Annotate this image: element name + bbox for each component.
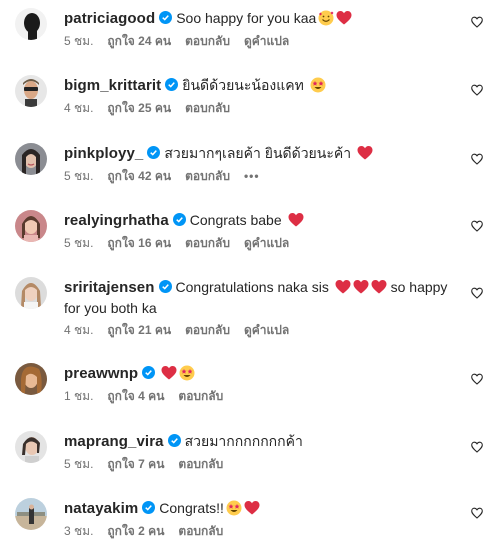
comment-text: Congrats babe bbox=[189, 212, 282, 228]
verified-badge-icon bbox=[142, 366, 156, 379]
star-struck-emoji bbox=[179, 365, 195, 381]
reply-button[interactable]: ตอบกลับ bbox=[185, 101, 230, 115]
avatar[interactable] bbox=[15, 498, 47, 530]
verified-badge-icon bbox=[165, 78, 179, 91]
comment-username[interactable]: sriritajensen bbox=[64, 279, 155, 296]
comment-username[interactable]: realyingrhatha bbox=[64, 212, 169, 229]
verified-badge-icon bbox=[167, 434, 181, 447]
verified-badge-icon bbox=[147, 146, 161, 159]
verified-badge-icon bbox=[158, 280, 172, 293]
comment-text-line2: for you both ka bbox=[64, 300, 157, 316]
comment-row: preawwnp 1 ชม. ถูกใจ 4 คน ตอบกลับ bbox=[0, 355, 496, 425]
red-heart-emoji bbox=[371, 279, 387, 295]
verified-badge-icon bbox=[159, 11, 173, 24]
red-heart-emoji bbox=[335, 279, 351, 295]
comment-row: maprang_vira สวยมากกกกกกกค้า 5 ชม. ถูกใจ 7… bbox=[0, 423, 496, 493]
comment-likes[interactable]: ถูกใจ 2 คน bbox=[107, 524, 164, 538]
translate-button[interactable]: ดูคำแปล bbox=[244, 236, 289, 250]
comment-time: 1 ชม. bbox=[64, 389, 94, 403]
reply-button[interactable]: ตอบกลับ bbox=[185, 169, 230, 183]
avatar[interactable] bbox=[15, 210, 47, 242]
verified-badge-icon bbox=[142, 501, 156, 514]
comment-text: สวยมากๆเลยค้า ยินดีด้วยนะค้า bbox=[164, 145, 352, 161]
reply-button[interactable]: ตอบกลับ bbox=[178, 457, 223, 471]
red-heart-emoji bbox=[244, 500, 260, 516]
comment-text: Congratulations naka sis bbox=[175, 279, 329, 295]
like-heart-icon[interactable] bbox=[471, 441, 483, 453]
avatar[interactable] bbox=[15, 75, 47, 107]
verified-badge-icon bbox=[172, 213, 186, 226]
comment-time: 5 ชม. bbox=[64, 34, 94, 48]
translate-button[interactable]: ดูคำแปล bbox=[244, 34, 289, 48]
avatar[interactable] bbox=[15, 431, 47, 463]
avatar[interactable] bbox=[15, 143, 47, 175]
red-heart-emoji bbox=[161, 365, 177, 381]
star-struck-emoji bbox=[310, 77, 326, 93]
comment-username[interactable]: maprang_vira bbox=[64, 433, 164, 450]
avatar[interactable] bbox=[15, 363, 47, 395]
translate-button[interactable]: ดูคำแปล bbox=[244, 323, 289, 337]
comment-likes[interactable]: ถูกใจ 4 คน bbox=[107, 389, 164, 403]
comment-username[interactable]: natayakim bbox=[64, 500, 138, 517]
like-heart-icon[interactable] bbox=[471, 16, 483, 28]
reply-button[interactable]: ตอบกลับ bbox=[185, 34, 230, 48]
comment-likes[interactable]: ถูกใจ 7 คน bbox=[107, 457, 164, 471]
red-heart-emoji bbox=[288, 212, 304, 228]
comment-username[interactable]: pinkployy_ bbox=[64, 145, 143, 162]
comment-time: 5 ชม. bbox=[64, 457, 94, 471]
comment-time: 4 ชม. bbox=[64, 101, 94, 115]
comment-likes[interactable]: ถูกใจ 25 คน bbox=[107, 101, 171, 115]
comment-time: 3 ชม. bbox=[64, 524, 94, 538]
comment-text: Congrats!! bbox=[159, 500, 224, 516]
red-heart-emoji bbox=[353, 279, 369, 295]
smiling-face-with-hearts-emoji bbox=[318, 10, 334, 26]
comment-username[interactable]: preawwnp bbox=[64, 365, 138, 382]
like-heart-icon[interactable] bbox=[471, 153, 483, 165]
comment-row: sriritajensen Congratulations naka sis so… bbox=[0, 269, 496, 357]
like-heart-icon[interactable] bbox=[471, 287, 483, 299]
like-heart-icon[interactable] bbox=[471, 507, 483, 519]
comment-row: natayakim Congrats!! 3 ชม. ถูกใจ 2 คน ตอบกล… bbox=[0, 490, 496, 547]
comment-time: 5 ชม. bbox=[64, 169, 94, 183]
comment-likes[interactable]: ถูกใจ 42 คน bbox=[107, 169, 171, 183]
comment-text-continued: so happy bbox=[390, 279, 448, 295]
like-heart-icon[interactable] bbox=[471, 220, 483, 232]
more-options-icon[interactable]: ••• bbox=[244, 169, 260, 183]
comment-row: pinkployy_ สวยมากๆเลยค้า ยินดีด้วยนะค้า 5… bbox=[0, 135, 496, 205]
comment-likes[interactable]: ถูกใจ 16 คน bbox=[107, 236, 171, 250]
like-heart-icon[interactable] bbox=[471, 373, 483, 385]
reply-button[interactable]: ตอบกลับ bbox=[178, 524, 223, 538]
comment-row: bigm_krittarit ยินดีด้วยนะน้องแคท 4 ชม. ถู… bbox=[0, 67, 496, 137]
comment-text: Soo happy for you kaa bbox=[176, 10, 317, 26]
comment-username[interactable]: patriciagood bbox=[64, 10, 155, 27]
reply-button[interactable]: ตอบกลับ bbox=[185, 323, 230, 337]
comment-time: 4 ชม. bbox=[64, 323, 94, 337]
comment-row: patriciagood Soo happy for you kaa 5 ชม. ถ… bbox=[0, 0, 496, 70]
comment-likes[interactable]: ถูกใจ 21 คน bbox=[107, 323, 171, 337]
like-heart-icon[interactable] bbox=[471, 84, 483, 96]
avatar[interactable] bbox=[15, 8, 47, 40]
reply-button[interactable]: ตอบกลับ bbox=[185, 236, 230, 250]
comment-username[interactable]: bigm_krittarit bbox=[64, 77, 161, 94]
red-heart-emoji bbox=[336, 10, 352, 26]
comment-text: ยินดีด้วยนะน้องแคท bbox=[182, 77, 304, 93]
red-heart-emoji bbox=[357, 145, 373, 161]
comment-text: สวยมากกกกกกกค้า bbox=[184, 433, 303, 449]
comments-list: patriciagood Soo happy for you kaa 5 ชม. ถ… bbox=[0, 0, 496, 547]
comment-row: realyingrhatha Congrats babe 5 ชม. ถูกใจ 1… bbox=[0, 202, 496, 272]
avatar[interactable] bbox=[15, 277, 47, 309]
comment-time: 5 ชม. bbox=[64, 236, 94, 250]
reply-button[interactable]: ตอบกลับ bbox=[178, 389, 223, 403]
comment-likes[interactable]: ถูกใจ 24 คน bbox=[107, 34, 171, 48]
star-struck-emoji bbox=[226, 500, 242, 516]
